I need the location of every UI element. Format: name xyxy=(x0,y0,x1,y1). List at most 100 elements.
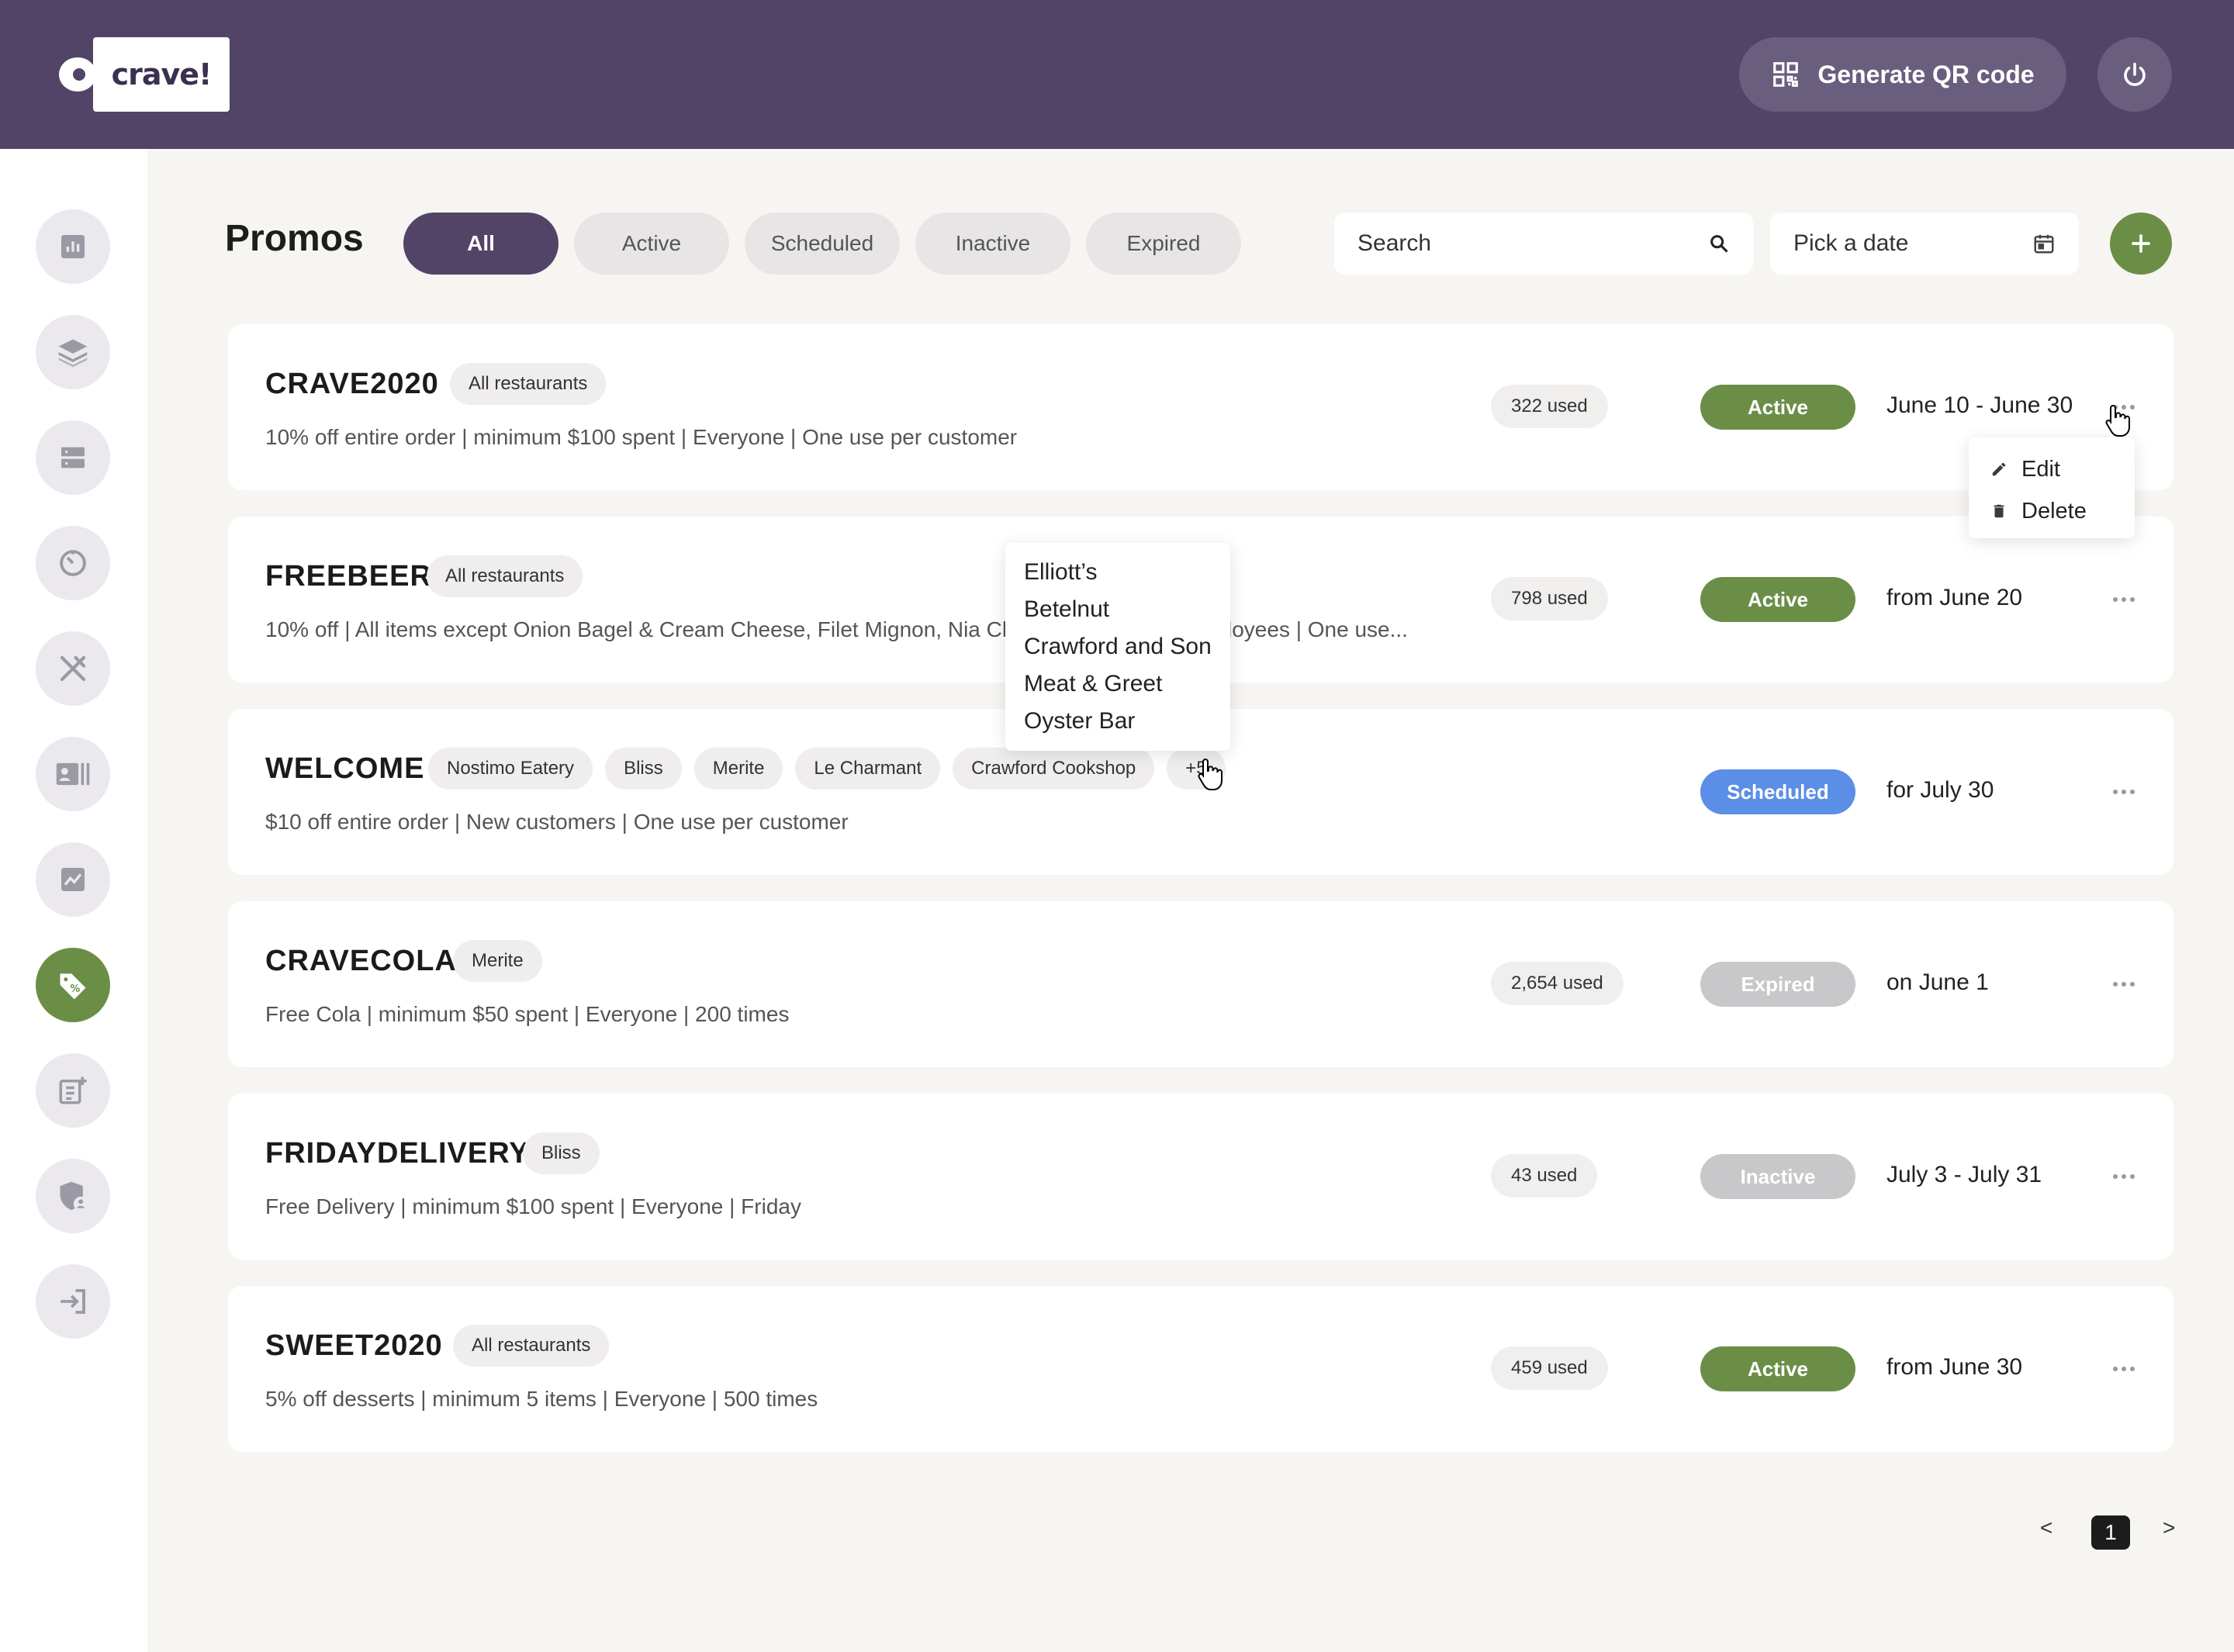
promo-description-tail: loyees | One use... xyxy=(1227,617,1408,641)
tab-scheduled[interactable]: Scheduled xyxy=(745,213,900,275)
analytics-icon xyxy=(61,868,85,891)
sidebar-item-layers[interactable] xyxy=(36,315,110,389)
promo-code: WELCOME xyxy=(265,752,425,785)
status-badge: Inactive xyxy=(1700,1154,1855,1199)
pagination-next[interactable]: > xyxy=(2163,1515,2175,1540)
promo-dates: July 3 - July 31 xyxy=(1886,1162,2042,1187)
date-placeholder: Pick a date xyxy=(1793,230,1909,256)
status-badge: Expired xyxy=(1700,962,1855,1007)
sidebar-item-server[interactable] xyxy=(36,420,110,495)
sidebar-item-timer[interactable] xyxy=(36,526,110,600)
sidebar-item-sign-in[interactable] xyxy=(36,1264,110,1339)
logo-mark xyxy=(59,57,96,92)
restaurant-popup-item: Betelnut xyxy=(1024,596,1110,622)
sidebar-item-contacts[interactable] xyxy=(36,737,110,811)
restaurant-tag: Crawford Cookshop xyxy=(953,748,1155,790)
promo-code: FREEBEER xyxy=(265,560,432,593)
more-options-button[interactable] xyxy=(2108,780,2139,804)
promo-card-fridaydelivery[interactable]: FRIDAYDELIVERY Bliss Free Delivery | min… xyxy=(228,1094,2173,1260)
usage-count: 798 used xyxy=(1491,577,1608,620)
tab-active[interactable]: Active xyxy=(574,213,729,275)
restaurant-tag: All restaurants xyxy=(450,363,607,405)
promo-code: FRIDAYDELIVERY xyxy=(265,1137,530,1170)
promo-actions-menu: Edit Delete xyxy=(1969,437,2135,538)
sidebar-item-analytics[interactable] xyxy=(36,842,110,917)
edit-menu-item[interactable]: Edit xyxy=(1990,448,2113,490)
logout-power-button[interactable] xyxy=(2097,37,2172,112)
status-badge: Active xyxy=(1700,577,1855,622)
restaurant-tag: Nostimo Eatery xyxy=(428,748,593,790)
logo-text: crave! xyxy=(93,37,230,112)
restaurant-tag: Le Charmant xyxy=(795,748,941,790)
promo-description: 10% off | All items except Onion Bagel &… xyxy=(265,617,1008,641)
restaurant-tag: Bliss xyxy=(605,748,682,790)
promo-dates: for July 30 xyxy=(1886,777,1994,803)
page-title: Promos xyxy=(225,218,364,259)
sidebar-nav: % xyxy=(0,149,147,1652)
promo-description: 5% off desserts | minimum 5 items | Ever… xyxy=(265,1387,818,1411)
delete-menu-item[interactable]: Delete xyxy=(1990,490,2113,532)
promo-code: CRAVECOLA xyxy=(265,945,457,977)
more-options-button[interactable] xyxy=(2108,588,2139,611)
calendar-icon[interactable] xyxy=(2032,232,2056,255)
dashboard-icon xyxy=(61,235,85,258)
promo-dates: June 10 - June 30 xyxy=(1886,392,2073,418)
crave-logo[interactable]: crave! xyxy=(59,37,230,112)
tab-inactive[interactable]: Inactive xyxy=(915,213,1070,275)
more-dots-icon xyxy=(2113,1367,2135,1371)
promo-card-cravecola[interactable]: CRAVECOLA Merite Free Cola | minimum $50… xyxy=(228,901,2173,1067)
utensils-icon xyxy=(60,655,86,682)
restaurant-tags: Nostimo Eatery Bliss Merite Le Charmant … xyxy=(428,748,1226,790)
promo-card-crave2020[interactable]: CRAVE2020 All restaurants 10% off entire… xyxy=(228,324,2173,490)
more-dots-icon xyxy=(2113,1174,2135,1179)
generate-qr-label: Generate QR code xyxy=(1817,60,2035,88)
restaurant-popup-item: Crawford and Son xyxy=(1024,634,1212,659)
more-options-button[interactable] xyxy=(2108,1165,2139,1188)
search-placeholder: Search xyxy=(1357,230,1432,256)
sidebar-item-promos[interactable]: % xyxy=(36,948,110,1022)
date-picker[interactable]: Pick a date xyxy=(1770,213,2079,275)
usage-count: 459 used xyxy=(1491,1346,1608,1390)
edit-label: Edit xyxy=(2021,456,2060,482)
pagination-prev[interactable]: < xyxy=(2040,1515,2052,1540)
promo-code: CRAVE2020 xyxy=(265,368,439,400)
usage-count: 322 used xyxy=(1491,385,1608,428)
sidebar-item-dashboard[interactable] xyxy=(36,209,110,284)
status-badge: Active xyxy=(1700,385,1855,430)
search-icon[interactable] xyxy=(1708,233,1730,254)
more-dots-icon xyxy=(2113,790,2135,794)
note-add-icon xyxy=(59,1077,87,1104)
qr-code-icon xyxy=(1773,62,1799,87)
more-dots-icon xyxy=(2113,982,2135,987)
promo-description: $10 off entire order | New customers | O… xyxy=(265,810,849,834)
promo-card-sweet2020[interactable]: SWEET2020 All restaurants 5% off dessert… xyxy=(228,1286,2173,1452)
restaurant-tag: Bliss xyxy=(523,1132,600,1174)
promo-tag-icon: % xyxy=(60,973,86,1000)
restaurant-popup-item: Oyster Bar xyxy=(1024,708,1136,734)
power-icon xyxy=(2124,62,2146,86)
status-badge: Active xyxy=(1700,1346,1855,1391)
pagination-current-page[interactable]: 1 xyxy=(2091,1515,2130,1550)
promo-dates: on June 1 xyxy=(1886,969,1989,995)
sidebar-item-security[interactable] xyxy=(36,1159,110,1233)
tab-expired[interactable]: Expired xyxy=(1086,213,1241,275)
pencil-icon xyxy=(1992,462,2006,476)
tab-all[interactable]: All xyxy=(403,213,558,275)
more-options-button[interactable] xyxy=(2108,1357,2139,1381)
usage-count: 43 used xyxy=(1491,1154,1598,1198)
promo-description: 10% off entire order | minimum $100 spen… xyxy=(265,425,1018,449)
sidebar-item-notes[interactable] xyxy=(36,1053,110,1128)
hand-cursor-icon xyxy=(1198,758,1222,790)
restaurant-tag: Merite xyxy=(693,748,783,790)
generate-qr-button[interactable]: Generate QR code xyxy=(1739,37,2066,112)
server-icon xyxy=(61,447,85,468)
contacts-icon xyxy=(56,762,90,786)
restaurant-tag: All restaurants xyxy=(453,1325,610,1367)
add-promo-button[interactable] xyxy=(2110,213,2172,275)
shield-user-icon xyxy=(60,1181,88,1211)
promo-code: SWEET2020 xyxy=(265,1329,443,1362)
search-input[interactable]: Search xyxy=(1334,213,1753,275)
restaurant-tags: Merite xyxy=(453,940,542,982)
more-options-button[interactable] xyxy=(2108,973,2139,996)
sidebar-item-menu[interactable] xyxy=(36,631,110,706)
